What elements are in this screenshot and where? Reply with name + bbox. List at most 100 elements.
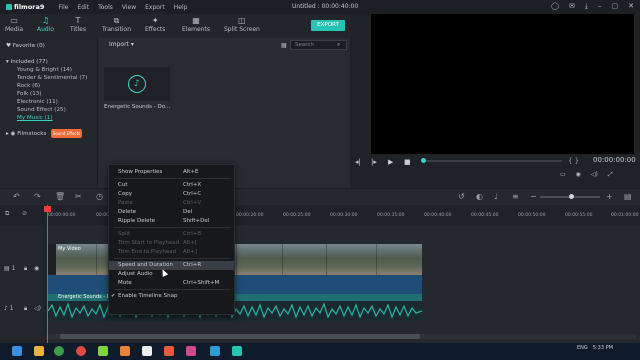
seek-handle[interactable] bbox=[421, 158, 426, 163]
scrollbar-thumb[interactable] bbox=[60, 334, 420, 339]
tab-transition[interactable]: ⧉ Transition bbox=[102, 16, 131, 33]
menu-item-shortcut: Shift+Del bbox=[183, 218, 210, 224]
fullscreen-icon[interactable]: ⤢ bbox=[608, 171, 613, 179]
tray-time[interactable]: 5:33 PM bbox=[593, 345, 613, 351]
playhead[interactable] bbox=[47, 205, 48, 343]
mic-icon[interactable]: ♩ bbox=[494, 192, 498, 201]
mixer-icon[interactable]: ≡ bbox=[512, 192, 519, 201]
context-menu-item[interactable]: Enable Timeline Snap bbox=[109, 292, 234, 301]
tab-elements[interactable]: ▦ Elements bbox=[182, 16, 210, 33]
snapshot-icon[interactable]: ◉ bbox=[576, 171, 581, 179]
step-back-icon[interactable]: ◂| bbox=[355, 158, 361, 166]
audio-clip-label: Energetic Sounds - Do bbox=[58, 294, 114, 300]
marker-icon[interactable]: ◐ bbox=[476, 192, 483, 201]
add-track-icon[interactable]: ⧉ bbox=[5, 210, 9, 218]
stop-icon[interactable]: ■ bbox=[404, 158, 411, 166]
filmstocks-badge[interactable]: Sound Effects bbox=[51, 129, 82, 138]
import-dropdown[interactable]: Import ▾ bbox=[109, 41, 134, 48]
tray-language[interactable]: ENG bbox=[577, 345, 588, 351]
context-menu-item[interactable]: Adjust Audio bbox=[109, 270, 234, 279]
export-button[interactable]: EXPORT bbox=[311, 20, 345, 31]
zoom-in-icon[interactable]: + bbox=[606, 192, 613, 201]
category-included[interactable]: ▾ Included (77) bbox=[6, 59, 48, 65]
grid-view-icon[interactable]: ▦ bbox=[281, 42, 287, 49]
category-my-music[interactable]: My Music (1) bbox=[17, 115, 53, 121]
tab-titles[interactable]: T Titles bbox=[70, 16, 86, 33]
lock-icon[interactable]: 🔒︎ bbox=[24, 265, 27, 273]
audio-thumbnail[interactable]: ♪ bbox=[104, 67, 170, 101]
menu-export[interactable]: Export bbox=[145, 4, 165, 11]
category-filmstocks[interactable]: ▸ ◉ Filmstocks bbox=[6, 131, 46, 137]
zoom-out-icon[interactable]: − bbox=[530, 192, 537, 201]
speed-icon[interactable]: ◷ bbox=[96, 192, 103, 201]
eye-icon[interactable]: ◉ bbox=[34, 265, 39, 272]
transition-icon: ⧉ bbox=[113, 16, 120, 25]
menu-edit[interactable]: Edit bbox=[77, 4, 89, 11]
file-explorer-icon[interactable] bbox=[34, 346, 44, 356]
close-icon[interactable]: ✕ bbox=[628, 2, 634, 11]
undo-icon[interactable]: ↶ bbox=[13, 192, 20, 201]
category-electronic[interactable]: Electronic (11) bbox=[17, 99, 58, 105]
lock-icon[interactable]: 🔒︎ bbox=[24, 305, 27, 313]
mail-icon[interactable]: ✉ bbox=[569, 2, 575, 11]
link-icon[interactable]: ⊘ bbox=[22, 210, 27, 217]
context-menu-item[interactable]: Ripple Delete Shift+Del bbox=[109, 217, 234, 226]
user-icon[interactable]: ◯ bbox=[551, 2, 559, 11]
tab-audio[interactable]: ♫ Audio bbox=[37, 16, 54, 33]
context-menu-item[interactable]: Speed and Duration Ctrl+R bbox=[109, 261, 234, 270]
render-icon[interactable]: ↺ bbox=[458, 192, 465, 201]
tab-media[interactable]: ▭ Media bbox=[5, 16, 23, 33]
play-slow-icon[interactable]: |▸ bbox=[371, 158, 377, 166]
category-favorite[interactable]: ♥ Favorite (0) bbox=[6, 43, 45, 49]
tab-split-screen[interactable]: ◫ Split Screen bbox=[224, 16, 260, 33]
menu-help[interactable]: Help bbox=[174, 4, 188, 11]
context-menu-item[interactable]: Delete Del bbox=[109, 208, 234, 217]
category-tender-sentimental[interactable]: Tender & Sentimental (7) bbox=[17, 75, 87, 81]
speaker-icon[interactable]: ◁) bbox=[34, 305, 41, 312]
menu-file[interactable]: File bbox=[58, 4, 68, 11]
maximize-icon[interactable]: ▢ bbox=[612, 2, 619, 11]
cut-icon[interactable]: ✂ bbox=[75, 192, 82, 201]
menu-item-label: Mute bbox=[118, 280, 132, 286]
linked-audio-clip[interactable] bbox=[48, 275, 422, 294]
app-icon[interactable] bbox=[210, 346, 220, 356]
category-folk[interactable]: Folk (13) bbox=[17, 91, 42, 97]
volume-icon[interactable]: ◁) bbox=[591, 171, 598, 179]
start-icon[interactable] bbox=[12, 346, 22, 356]
menu-tools[interactable]: Tools bbox=[98, 4, 113, 11]
context-menu-item[interactable]: Show Properties Alt+E bbox=[109, 168, 234, 177]
app-icon[interactable] bbox=[164, 346, 174, 356]
menu-item-shortcut: Del bbox=[183, 209, 193, 215]
preview-seekbar[interactable] bbox=[422, 160, 562, 162]
context-menu-item[interactable]: Cut Ctrl+X bbox=[109, 181, 234, 190]
category-rock[interactable]: Rock (6) bbox=[17, 83, 40, 89]
app-icon[interactable] bbox=[120, 346, 130, 356]
menu-item-label: Paste bbox=[118, 200, 133, 206]
app-icon[interactable] bbox=[186, 346, 196, 356]
typora-icon[interactable] bbox=[142, 346, 152, 356]
bracket-marks[interactable]: { } bbox=[568, 157, 579, 165]
tab-effects[interactable]: ✦ Effects bbox=[145, 16, 165, 33]
minimize-icon[interactable]: – bbox=[598, 2, 602, 11]
fit-icon[interactable]: ▤ bbox=[624, 192, 632, 201]
filmora-taskbar-icon[interactable] bbox=[232, 346, 242, 356]
chrome-icon[interactable] bbox=[54, 346, 64, 356]
zoom-handle[interactable] bbox=[569, 194, 574, 199]
opera-icon[interactable] bbox=[76, 346, 86, 356]
search-icon[interactable]: ⌕ bbox=[337, 40, 340, 50]
redo-icon[interactable]: ↷ bbox=[34, 192, 41, 201]
track-headers bbox=[0, 225, 46, 343]
delete-icon[interactable]: 🗑 bbox=[55, 192, 65, 201]
category-young-bright[interactable]: Young & Bright (14) bbox=[17, 67, 72, 73]
taskbar bbox=[0, 343, 640, 360]
category-sound-effect[interactable]: Sound Effect (25) bbox=[17, 107, 66, 113]
menu-item-shortcut: Ctrl+C bbox=[183, 191, 202, 197]
camtasia-icon[interactable] bbox=[98, 346, 108, 356]
context-menu-item[interactable]: Mute Ctrl+Shift+M bbox=[109, 279, 234, 288]
ruler-tick: 00:00:30:00 bbox=[330, 213, 358, 218]
context-menu-item[interactable]: Copy Ctrl+C bbox=[109, 190, 234, 199]
play-icon[interactable]: ▶ bbox=[388, 158, 393, 166]
display-settings-icon[interactable]: ▭ bbox=[560, 171, 566, 179]
download-icon[interactable]: ⤓ bbox=[585, 2, 588, 11]
menu-view[interactable]: View bbox=[122, 4, 136, 11]
